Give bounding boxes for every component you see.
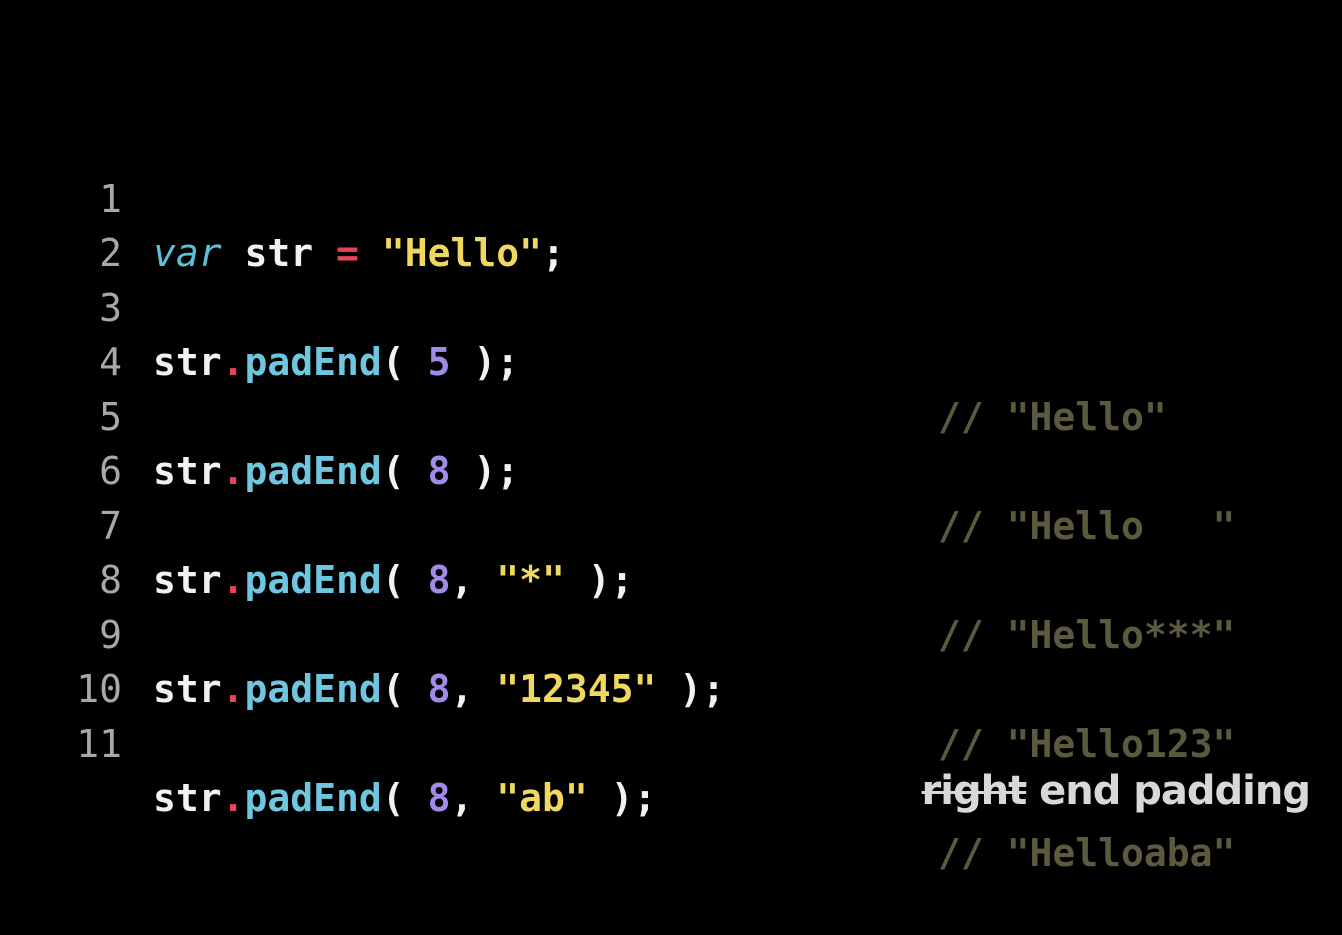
code-line-8: 8: [0, 499, 1342, 602]
code-line-2: 2: [0, 172, 1342, 275]
line-source: str.padEnd( 8, "ab" );: [153, 771, 656, 826]
string-arg: "ab": [496, 776, 588, 820]
close-paren: );: [587, 776, 657, 820]
code-line-7: 7 str.padEnd( 8, "*" ); // "Hello***": [0, 444, 1342, 657]
code-line-4: 4: [0, 281, 1342, 384]
object-name: str: [153, 776, 222, 820]
result-comment: // "Hello123": [938, 721, 1236, 766]
caption-text: end padding: [1026, 768, 1311, 814]
code-line-11: 11 str.padEnd( 8, "ab" ); // "Helloaba": [0, 662, 1342, 875]
code-line-9: 9 str.padEnd( 8, "12345" ); // "Hello123…: [0, 553, 1342, 766]
result-comment: // "Helloaba": [938, 830, 1236, 875]
method-name: padEnd: [244, 776, 382, 820]
struck-word: right: [921, 768, 1028, 814]
slide-caption: right end padding: [921, 768, 1311, 814]
code-line-10: 10: [0, 608, 1342, 711]
line-number: 11: [76, 721, 122, 766]
comma: ,: [450, 776, 497, 820]
code-line-3: 3 str.padEnd( 5 ); // "Hello": [0, 226, 1342, 439]
member-dot: .: [221, 776, 245, 820]
code-line-5: 5 str.padEnd( 8 ); // "Hello ": [0, 335, 1342, 548]
code-block: 1 var str = "Hello"; 2 3 str.padEnd( 5 )…: [0, 117, 1342, 875]
code-line-1: 1 var str = "Hello";: [0, 117, 1342, 276]
code-line-6: 6: [0, 390, 1342, 493]
number-arg: 8: [427, 776, 451, 820]
open-paren: (: [381, 776, 428, 820]
